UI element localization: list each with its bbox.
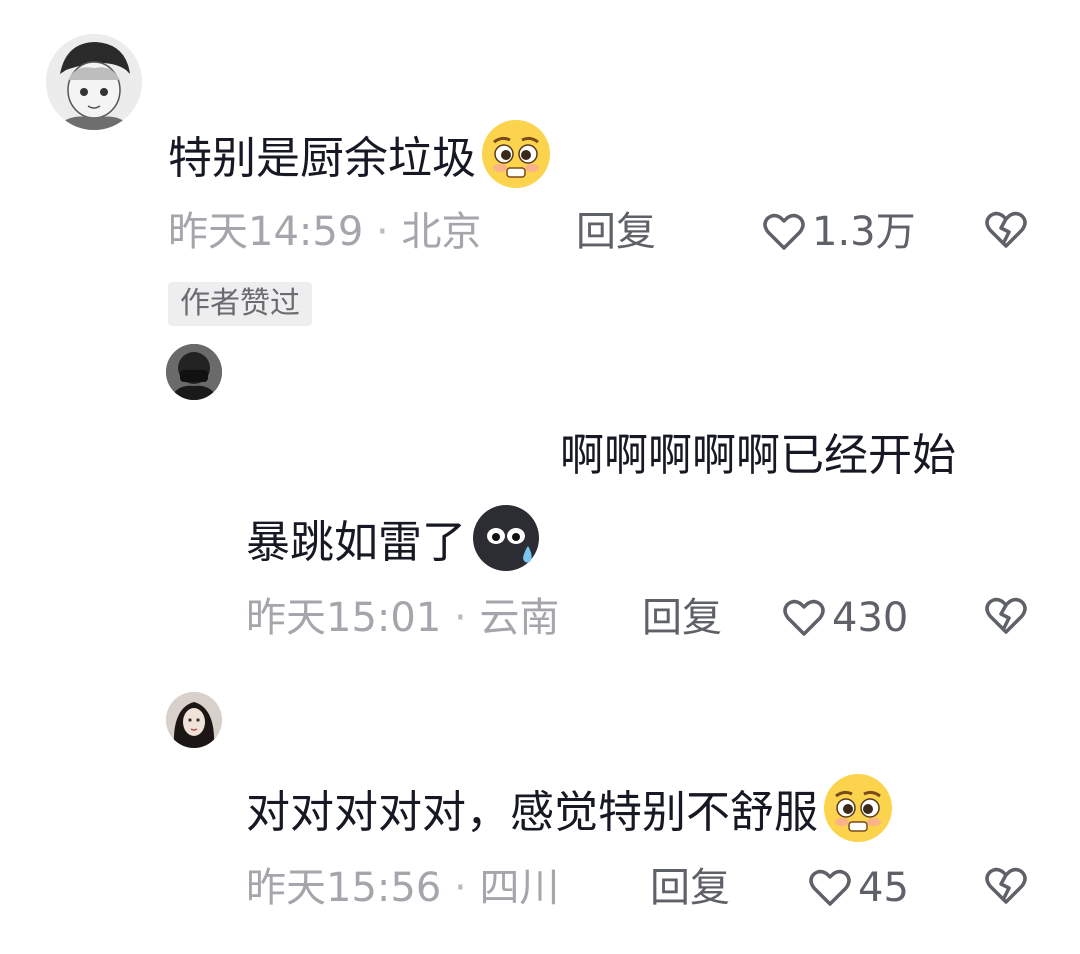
comment-location: 四川 bbox=[479, 865, 560, 911]
dislike-button[interactable] bbox=[984, 596, 1028, 640]
broken-heart-icon bbox=[985, 597, 1027, 634]
heart-icon bbox=[783, 599, 825, 636]
comment-meta: 昨天15:56 · 四川 bbox=[246, 864, 559, 912]
comment-time: 昨天15:56 bbox=[246, 865, 442, 911]
comment-location: 北京 bbox=[401, 209, 482, 255]
broken-heart-icon bbox=[985, 867, 1027, 904]
like-count: 1.3万 bbox=[812, 209, 916, 255]
avatar[interactable] bbox=[166, 692, 222, 748]
comment-time: 昨天14:59 bbox=[168, 209, 364, 255]
dislike-button[interactable] bbox=[984, 866, 1028, 910]
like-count: 430 bbox=[832, 595, 909, 641]
author-liked-badge: 作者赞过 bbox=[168, 282, 312, 326]
comment-text: 对对对对对，感觉特别不舒服 bbox=[246, 772, 894, 858]
comment-meta: 昨天15:01 · 云南 bbox=[246, 594, 559, 642]
pleading-face-emoji-icon bbox=[822, 772, 894, 858]
heart-icon bbox=[763, 213, 805, 250]
comment-text-line-2: 暴跳如雷了 bbox=[246, 502, 542, 588]
sweat-blob-emoji-icon bbox=[470, 502, 542, 588]
avatar[interactable] bbox=[46, 34, 142, 130]
pleading-face-emoji-icon bbox=[480, 118, 552, 204]
comment-text-content: 对对对对对，感觉特别不舒服 bbox=[246, 787, 818, 838]
reply-button[interactable]: 回复 bbox=[642, 594, 722, 642]
reply-button[interactable]: 回复 bbox=[650, 864, 730, 912]
comment-location: 云南 bbox=[479, 595, 560, 641]
woman-avatar-icon bbox=[166, 692, 222, 748]
broken-heart-icon bbox=[985, 211, 1027, 248]
separator-dot: · bbox=[376, 209, 389, 255]
heart-icon bbox=[809, 869, 851, 906]
comment-time: 昨天15:01 bbox=[246, 595, 442, 641]
comment-text-content: 特别是厨余垃圾 bbox=[168, 133, 476, 184]
comment-text-line-1: 啊啊啊啊啊已经开始 bbox=[560, 430, 956, 481]
masked-person-avatar-icon bbox=[166, 344, 222, 400]
like-button[interactable]: 1.3万 bbox=[762, 208, 916, 256]
anime-avatar-icon bbox=[46, 34, 142, 130]
like-button[interactable]: 430 bbox=[782, 594, 908, 642]
comment-text: 特别是厨余垃圾 bbox=[168, 118, 552, 204]
like-button[interactable]: 45 bbox=[808, 864, 909, 912]
like-count: 45 bbox=[858, 865, 909, 911]
separator-dot: · bbox=[454, 595, 467, 641]
comment-meta: 昨天14:59 · 北京 bbox=[168, 208, 481, 256]
dislike-button[interactable] bbox=[984, 210, 1028, 254]
separator-dot: · bbox=[454, 865, 467, 911]
comment-text-content: 暴跳如雷了 bbox=[246, 517, 466, 568]
avatar[interactable] bbox=[166, 344, 222, 400]
reply-button[interactable]: 回复 bbox=[576, 208, 656, 256]
